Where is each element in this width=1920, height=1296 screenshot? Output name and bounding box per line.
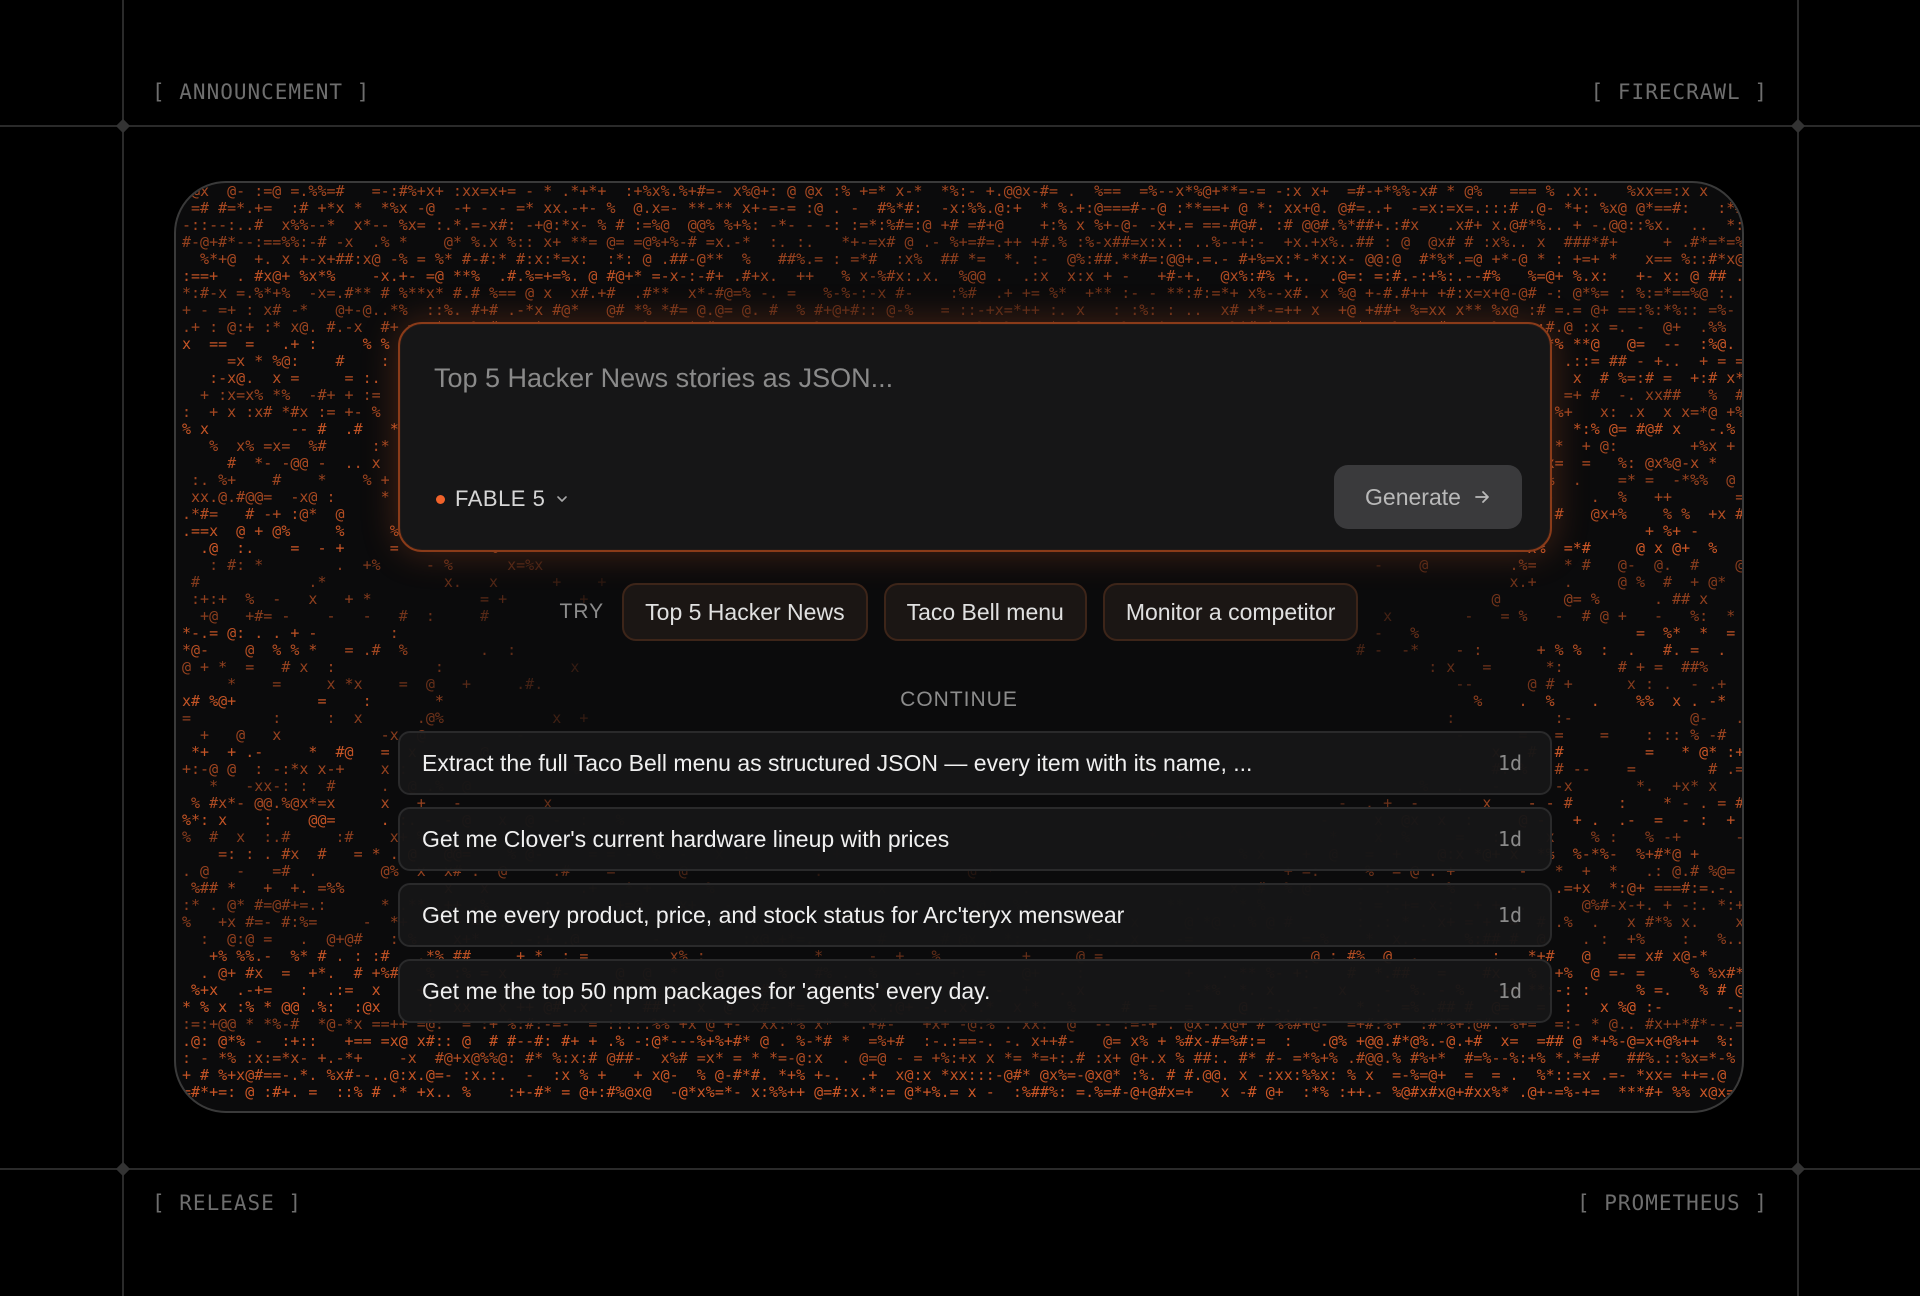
announcement-label: [ ANNOUNCEMENT ] (152, 80, 371, 104)
prompt-input[interactable] (434, 358, 1514, 398)
prompt-box: FABLE 5 Generate (398, 322, 1552, 552)
model-label: FABLE 5 (455, 486, 546, 511)
generate-label: Generate (1365, 483, 1461, 510)
history-list: Extract the full Taco Bell menu as struc… (398, 731, 1552, 1035)
frame-line-top (0, 125, 1920, 127)
chevron-down-icon (557, 496, 568, 502)
try-label: TRY (559, 600, 605, 623)
frame-corner-dot (115, 118, 131, 134)
history-item-text: Get me Clover's current hardware lineup … (422, 825, 950, 852)
history-item[interactable]: Get me Clover's current hardware lineup … (398, 807, 1552, 871)
model-selector[interactable]: FABLE 5 (436, 486, 569, 512)
history-item-text: Get me the top 50 npm packages for 'agen… (422, 977, 991, 1004)
continue-label: CONTINUE (900, 688, 1018, 711)
suggestion-chip-taco-bell[interactable]: Taco Bell menu (883, 583, 1087, 641)
suggestion-chip-hacker-news[interactable]: Top 5 Hacker News (622, 583, 868, 641)
main-card: +@x @- :=@ =.%%=# =-:#%+x+ :xx=x+= - * .… (174, 181, 1744, 1113)
frame-corner-dot (1790, 118, 1806, 134)
try-row: TRY Top 5 Hacker News Taco Bell menu Mon… (176, 583, 1742, 641)
status-dot-icon (436, 494, 445, 504)
history-item[interactable]: Get me the top 50 npm packages for 'agen… (398, 959, 1552, 1023)
prometheus-label: [ PROMETHEUS ] (1576, 1191, 1768, 1215)
history-item-time: 1d (1497, 751, 1522, 775)
frame-corner-dot (115, 1161, 131, 1177)
generate-button[interactable]: Generate (1334, 465, 1522, 529)
history-item-time: 1d (1497, 903, 1522, 927)
frame-line-right (1797, 0, 1799, 1296)
history-item-text: Get me every product, price, and stock s… (422, 901, 1125, 928)
suggestion-chip-monitor-competitor[interactable]: Monitor a competitor (1102, 583, 1359, 641)
history-item[interactable]: Extract the full Taco Bell menu as struc… (398, 731, 1552, 795)
firecrawl-label: [ FIRECRAWL ] (1590, 80, 1768, 104)
history-item-time: 1d (1497, 979, 1522, 1003)
arrow-right-icon (1475, 491, 1489, 503)
history-item[interactable]: Get me every product, price, and stock s… (398, 883, 1552, 947)
history-item-text: Extract the full Taco Bell menu as struc… (422, 749, 1253, 776)
frame-corner-dot (1790, 1161, 1806, 1177)
release-label: [ RELEASE ] (152, 1191, 303, 1215)
frame-line-bottom (0, 1168, 1920, 1170)
frame-line-left (122, 0, 124, 1296)
history-item-time: 1d (1497, 827, 1522, 851)
